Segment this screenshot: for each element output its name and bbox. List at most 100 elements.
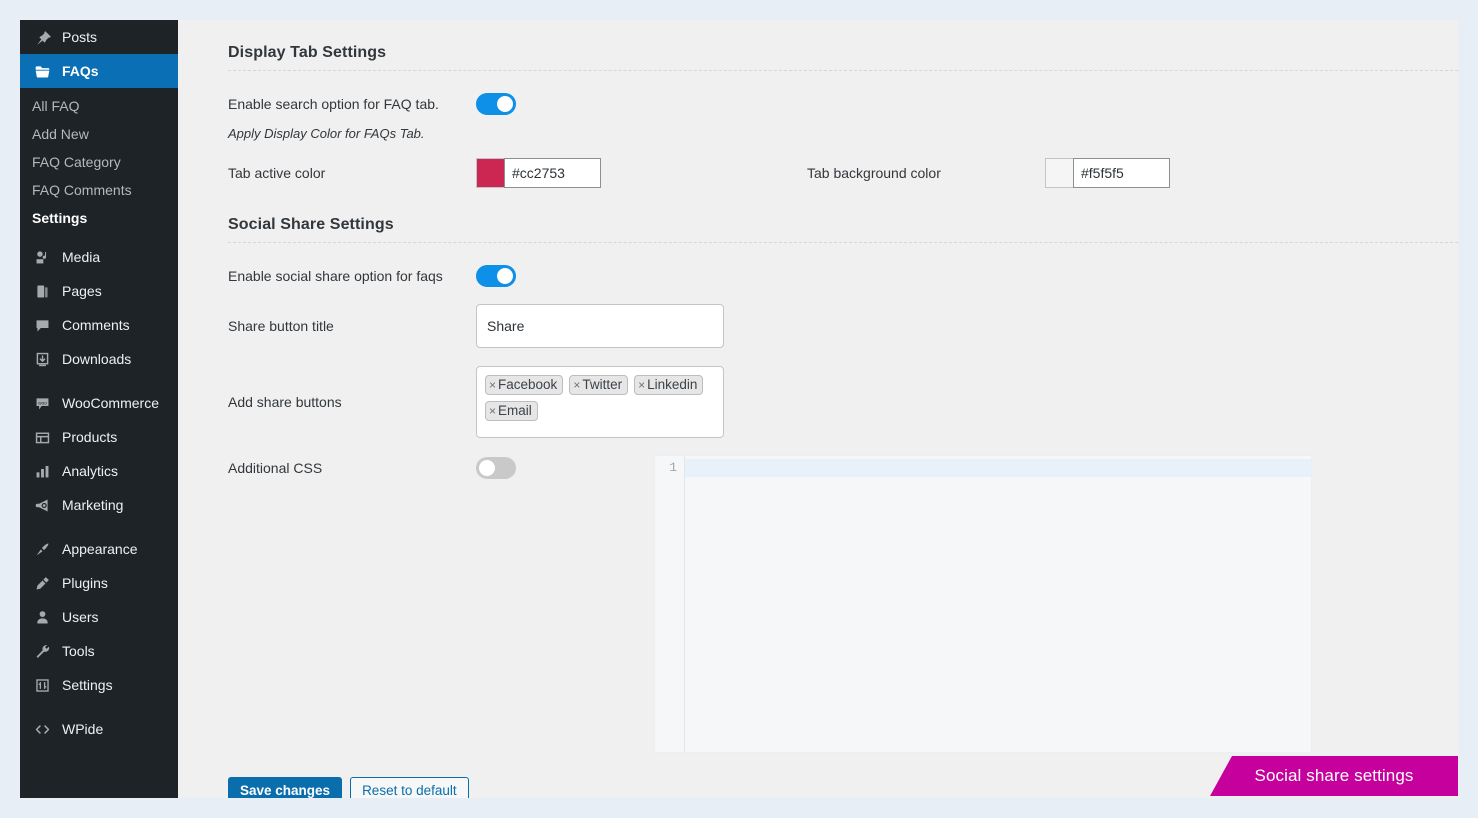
sidebar-item-label: Settings xyxy=(62,677,113,693)
submenu-item-faq-comments[interactable]: FAQ Comments xyxy=(20,176,178,204)
chip-linkedin[interactable]: × Linkedin xyxy=(634,375,704,395)
sidebar-item-posts[interactable]: Posts xyxy=(20,20,178,54)
sidebar-item-users[interactable]: Users xyxy=(20,600,178,634)
tab-background-color-input[interactable] xyxy=(1073,158,1170,188)
sidebar-item-appearance[interactable]: Appearance xyxy=(20,532,178,566)
tab-background-color-swatch[interactable] xyxy=(1045,158,1073,188)
analytics-icon xyxy=(32,461,52,481)
sidebar-divider xyxy=(20,376,178,386)
sidebar-item-label: Appearance xyxy=(62,541,138,557)
tab-active-color-input[interactable] xyxy=(504,158,601,188)
chip-twitter[interactable]: × Twitter xyxy=(569,375,629,395)
toggle-knob xyxy=(497,96,513,112)
additional-css-label: Additional CSS xyxy=(228,460,323,476)
chip-label: Linkedin xyxy=(647,377,698,392)
sidebar-item-downloads[interactable]: Downloads xyxy=(20,342,178,376)
submenu-label: FAQ Category xyxy=(32,154,121,170)
settings-content: Display Tab Settings Enable search optio… xyxy=(178,20,1458,798)
faqs-submenu: All FAQ Add New FAQ Category FAQ Comment… xyxy=(20,88,178,240)
display-tab-settings-heading: Display Tab Settings xyxy=(228,44,387,61)
sidebar-item-label: FAQs xyxy=(62,63,99,79)
comment-icon xyxy=(32,315,52,335)
chip-label: Email xyxy=(498,403,532,418)
sidebar-item-settings[interactable]: Settings xyxy=(20,668,178,702)
row-enable-search: Enable search option for FAQ tab. xyxy=(228,82,1438,126)
enable-search-toggle[interactable] xyxy=(476,93,516,115)
download-icon xyxy=(32,349,52,369)
share-button-title-input[interactable] xyxy=(476,304,724,348)
sidebar-item-label: Pages xyxy=(62,283,102,299)
close-icon[interactable]: × xyxy=(489,379,496,391)
section-divider xyxy=(228,242,1458,243)
chip-label: Twitter xyxy=(582,377,623,392)
sidebar-item-label: Media xyxy=(62,249,101,265)
sidebar-divider xyxy=(20,702,178,712)
submenu-item-faq-category[interactable]: FAQ Category xyxy=(20,148,178,176)
sidebar-item-label: Posts xyxy=(62,29,98,45)
sidebar-item-label: WooCommerce xyxy=(62,395,159,411)
section-divider xyxy=(228,70,1458,71)
tab-active-color-swatch[interactable] xyxy=(476,158,504,188)
enable-social-share-label: Enable social share option for faqs xyxy=(228,268,443,284)
chip-label: Facebook xyxy=(498,377,558,392)
form-actions: Save changes Reset to default xyxy=(228,777,469,798)
save-changes-button[interactable]: Save changes xyxy=(228,777,343,798)
sidebar-item-woocommerce[interactable]: woo WooCommerce xyxy=(20,386,178,420)
submenu-item-settings[interactable]: Settings xyxy=(20,204,178,232)
sidebar-item-label: Products xyxy=(62,429,118,445)
editor-active-line[interactable] xyxy=(685,459,1311,477)
tab-active-color-label: Tab active color xyxy=(228,165,326,181)
wrench-icon xyxy=(32,641,52,661)
sidebar-item-media[interactable]: Media xyxy=(20,240,178,274)
sidebar-item-plugins[interactable]: Plugins xyxy=(20,566,178,600)
row-tab-colors: Tab active color Tab background color xyxy=(228,150,1438,196)
submenu-item-add-new[interactable]: Add New xyxy=(20,120,178,148)
media-icon xyxy=(32,247,52,267)
admin-page: Posts FAQs All FAQ Add New FAQ Category … xyxy=(0,0,1478,818)
editor-code-area[interactable] xyxy=(685,456,1311,752)
share-buttons-tags-input[interactable]: × Facebook × Twitter × Linkedin × Email xyxy=(476,366,724,438)
additional-css-toggle[interactable] xyxy=(476,457,516,479)
tab-background-color-field[interactable] xyxy=(1045,158,1170,188)
sidebar-item-label: Tools xyxy=(62,643,95,659)
sidebar-item-label: Users xyxy=(62,609,99,625)
close-icon[interactable]: × xyxy=(638,379,645,391)
social-share-settings-banner: Social share settings xyxy=(1210,756,1458,796)
products-icon xyxy=(32,427,52,447)
sidebar-item-marketing[interactable]: Marketing xyxy=(20,488,178,522)
submenu-item-all-faq[interactable]: All FAQ xyxy=(20,92,178,120)
plug-icon xyxy=(32,573,52,593)
toggle-knob xyxy=(479,460,495,476)
brush-icon xyxy=(32,539,52,559)
settings-inner: Display Tab Settings Enable search optio… xyxy=(178,20,1458,488)
sliders-icon xyxy=(32,675,52,695)
megaphone-icon xyxy=(32,495,52,515)
additional-css-editor[interactable]: 1 xyxy=(654,455,1312,753)
chip-facebook[interactable]: × Facebook xyxy=(485,375,564,395)
sidebar-item-label: Comments xyxy=(62,317,130,333)
reset-to-default-button[interactable]: Reset to default xyxy=(350,777,469,798)
close-icon[interactable]: × xyxy=(489,405,496,417)
sidebar-item-pages[interactable]: Pages xyxy=(20,274,178,308)
sidebar-item-products[interactable]: Products xyxy=(20,420,178,454)
folder-icon xyxy=(32,61,52,81)
submenu-label: FAQ Comments xyxy=(32,182,132,198)
sidebar-item-analytics[interactable]: Analytics xyxy=(20,454,178,488)
sidebar-item-tools[interactable]: Tools xyxy=(20,634,178,668)
sidebar-item-wpide[interactable]: WPide xyxy=(20,712,178,746)
sidebar-item-label: WPide xyxy=(62,721,104,737)
banner-label: Social share settings xyxy=(1254,766,1414,785)
sidebar-item-label: Analytics xyxy=(62,463,119,479)
row-add-share-buttons: Add share buttons × Facebook × Twitter ×… xyxy=(228,360,1438,444)
tab-active-color-field[interactable] xyxy=(476,158,601,188)
sidebar-item-faqs[interactable]: FAQs xyxy=(20,54,178,88)
chip-email[interactable]: × Email xyxy=(485,401,538,421)
close-icon[interactable]: × xyxy=(573,379,580,391)
row-enable-social-share: Enable social share option for faqs xyxy=(228,254,1438,298)
pin-icon xyxy=(32,27,52,47)
display-color-note: Apply Display Color for FAQs Tab. xyxy=(228,126,425,141)
admin-sidebar: Posts FAQs All FAQ Add New FAQ Category … xyxy=(20,20,178,798)
code-icon xyxy=(32,719,52,739)
enable-social-share-toggle[interactable] xyxy=(476,265,516,287)
sidebar-item-comments[interactable]: Comments xyxy=(20,308,178,342)
